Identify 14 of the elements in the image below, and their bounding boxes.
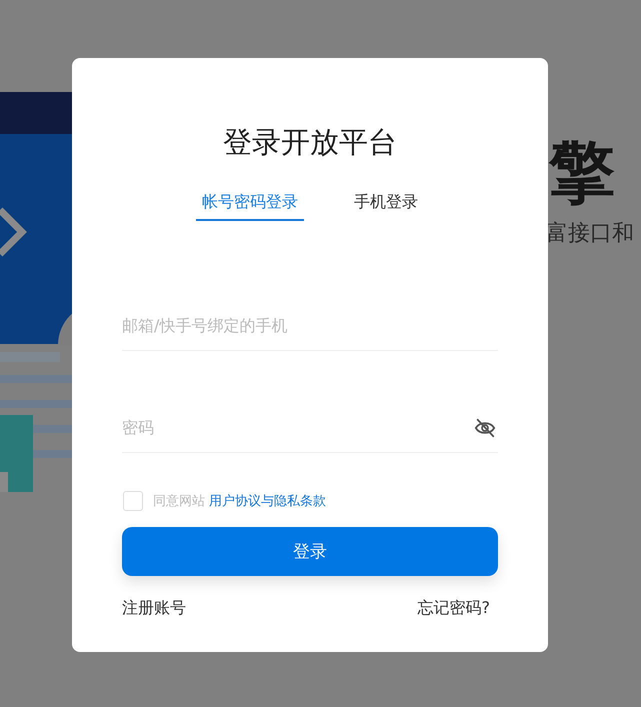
input-field[interactable]: 密码 [122, 403, 498, 453]
dialog-title: 登录开放平台 [222, 124, 398, 161]
footer-link[interactable]: 忘记密码? [418, 598, 490, 619]
page-headline: 擎 [549, 133, 615, 213]
login-tab[interactable]: 帐号密码登录 [196, 192, 304, 221]
input-field[interactable]: 邮箱/快手号绑定的手机 [122, 301, 498, 351]
agreement-text: 同意网站 用户协议与隐私条款 [153, 493, 326, 510]
terms-link[interactable]: 用户协议与隐私条款 [209, 494, 326, 509]
login-tab[interactable]: 手机登录 [348, 192, 424, 221]
hidden-eye-icon[interactable] [474, 417, 496, 439]
page-subtitle: 富接口和 [546, 220, 634, 248]
footer-link[interactable]: 注册账号 [122, 598, 186, 619]
login-button[interactable]: 登录 [122, 527, 498, 576]
agreement-checkbox[interactable] [123, 491, 143, 511]
